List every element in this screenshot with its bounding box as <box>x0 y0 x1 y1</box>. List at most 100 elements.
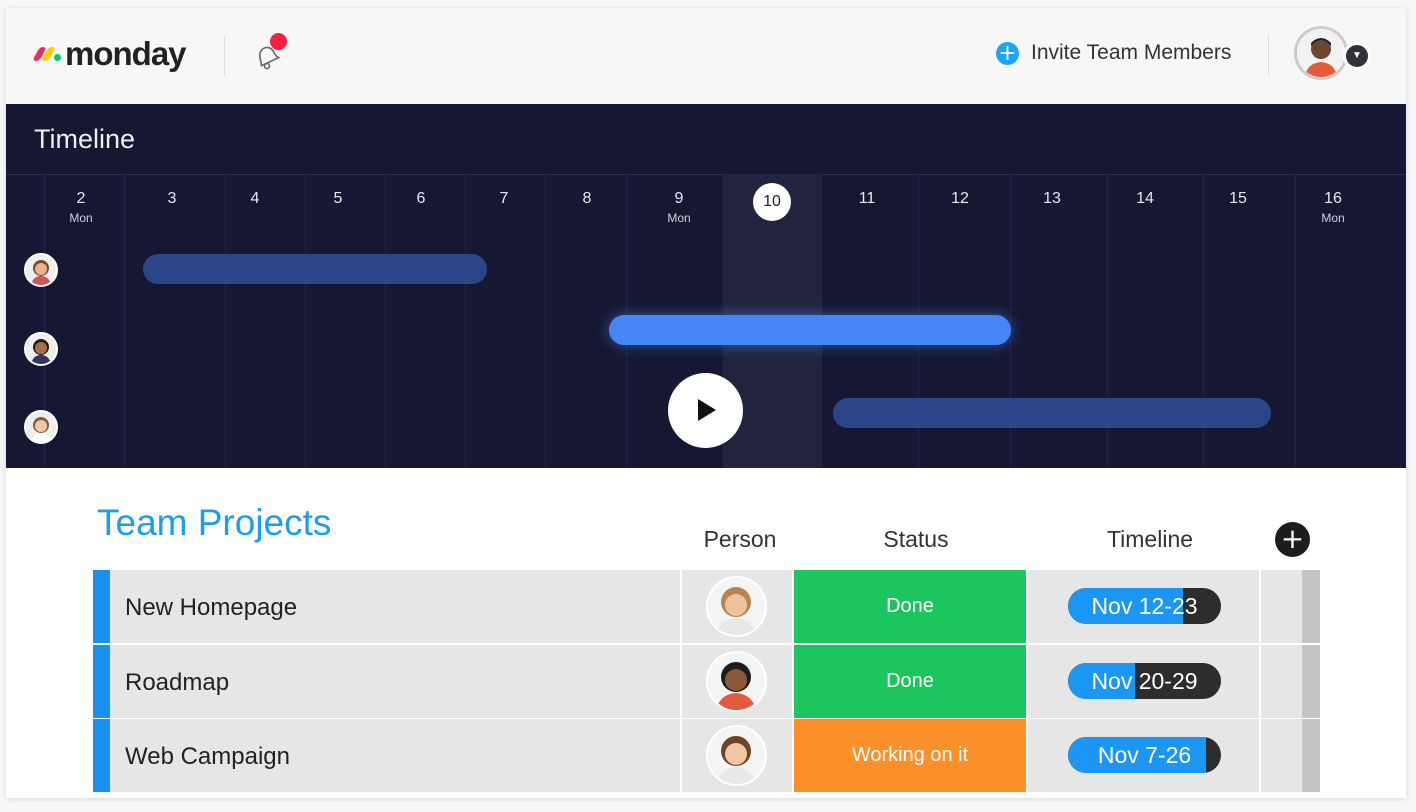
item-name: Roadmap <box>125 669 230 696</box>
timeline-pill[interactable]: Nov 20-29 <box>1068 663 1221 699</box>
grid-line <box>124 174 125 468</box>
day-number: 7 <box>499 190 509 207</box>
group-color-marker <box>93 570 110 643</box>
avatar[interactable] <box>24 410 58 444</box>
person-cell[interactable] <box>682 570 792 643</box>
day-number: 13 <box>1043 190 1061 207</box>
day-weekday: Mon <box>667 211 691 225</box>
item-name-cell[interactable]: Web Campaign <box>110 719 680 792</box>
status-cell[interactable]: Done <box>794 645 1026 718</box>
timeline-pill[interactable]: Nov 12-23 <box>1068 588 1221 624</box>
group-color-marker <box>93 719 110 792</box>
timeline-pill[interactable]: Nov 7-26 <box>1068 737 1221 773</box>
day-header: 4 <box>225 190 285 208</box>
chevron-down-icon[interactable]: ▼ <box>1343 42 1371 70</box>
day-number: 12 <box>951 190 969 207</box>
day-header: 15 <box>1208 190 1268 208</box>
column-header-person[interactable]: Person <box>700 526 780 553</box>
table-row[interactable]: Web Campaign Working on it Nov 7-26 <box>93 719 1320 794</box>
day-number: 16 <box>1324 190 1342 207</box>
day-number: 2 <box>76 190 86 207</box>
avatar[interactable] <box>24 253 58 287</box>
invite-team-members-button[interactable]: + Invite Team Members <box>996 38 1231 68</box>
timeline-range: Nov 12-23 <box>1091 593 1198 619</box>
top-header: monday + Invite Team Members ▼ <box>6 8 1406 104</box>
item-name-cell[interactable]: New Homepage <box>110 570 680 643</box>
day-header: 2 Mon <box>51 190 111 225</box>
grid-line <box>1295 174 1296 468</box>
header-divider <box>1268 34 1269 76</box>
empty-cell <box>1261 645 1302 718</box>
empty-cell <box>1261 570 1302 643</box>
day-header: 13 <box>1022 190 1082 208</box>
grid-line <box>305 174 306 468</box>
timeline-bar[interactable] <box>833 398 1271 428</box>
app-window: monday + Invite Team Members ▼ Timeline <box>6 8 1406 798</box>
table-row[interactable]: New Homepage Done Nov 12-23 <box>93 570 1320 645</box>
avatar[interactable] <box>24 332 58 366</box>
play-button[interactable] <box>668 373 743 448</box>
empty-cell <box>1261 719 1302 792</box>
timeline-cell: Nov 7-26 <box>1028 719 1259 792</box>
day-header: 9 Mon <box>649 190 709 225</box>
play-icon <box>698 399 716 421</box>
scrollbar[interactable] <box>1302 570 1320 643</box>
timeline-range: Nov 7-26 <box>1097 742 1192 768</box>
table-row[interactable]: Roadmap Done Nov 20-29 <box>93 645 1320 720</box>
day-number: 14 <box>1136 190 1154 207</box>
status-cell[interactable]: Working on it <box>794 719 1026 792</box>
item-name-cell[interactable]: Roadmap <box>110 645 680 718</box>
timeline-cell: Nov 12-23 <box>1028 570 1259 643</box>
day-header: 3 <box>142 190 202 208</box>
item-name: New Homepage <box>125 594 298 621</box>
column-header-timeline[interactable]: Timeline <box>1090 526 1210 553</box>
day-number: 15 <box>1229 190 1247 207</box>
status-cell[interactable]: Done <box>794 570 1026 643</box>
day-number: 5 <box>333 190 343 207</box>
day-number: 4 <box>250 190 260 207</box>
day-header: 14 <box>1115 190 1175 208</box>
invite-label: Invite Team Members <box>1031 41 1232 64</box>
avatar[interactable] <box>706 651 767 712</box>
today-date[interactable]: 10 <box>753 183 791 221</box>
logo-mark-icon <box>32 47 61 61</box>
column-header-status[interactable]: Status <box>856 526 976 553</box>
status-label: Done <box>886 595 934 617</box>
timeline-bar[interactable] <box>143 254 487 284</box>
day-header: 11 <box>837 190 897 208</box>
add-column-button[interactable]: + <box>1275 522 1310 557</box>
day-header: 6 <box>391 190 451 208</box>
plus-circle-icon: + <box>996 41 1019 65</box>
grid-line <box>225 174 226 468</box>
timeline-bar[interactable] <box>609 315 1011 345</box>
scrollbar[interactable] <box>1302 719 1320 792</box>
timeline-range: Nov 20-29 <box>1091 668 1198 694</box>
avatar[interactable] <box>706 576 767 637</box>
person-cell[interactable] <box>682 645 792 718</box>
day-header: 12 <box>930 190 990 208</box>
day-header: 16 Mon <box>1303 190 1363 225</box>
timeline-title: Timeline <box>34 124 136 154</box>
group-color-marker <box>93 645 110 718</box>
avatar[interactable] <box>706 725 767 786</box>
grid-line <box>545 174 546 468</box>
timeline-panel: Timeline 2 Mon 3 4 5 6 7 8 9 Mon 10 11 12 13 14 15 16 Mon <box>6 104 1406 468</box>
brand-name: monday <box>65 35 187 72</box>
timeline-cell: Nov 20-29 <box>1028 645 1259 718</box>
grid-line <box>385 174 386 468</box>
day-header: 8 <box>557 190 617 208</box>
scrollbar[interactable] <box>1302 645 1320 718</box>
day-number: 9 <box>674 190 684 207</box>
status-label: Done <box>886 670 934 692</box>
notification-badge <box>270 33 287 50</box>
header-divider <box>224 36 225 76</box>
user-avatar[interactable] <box>1294 26 1348 80</box>
board-title: Team Projects <box>97 502 332 543</box>
day-weekday: Mon <box>1321 211 1345 225</box>
day-number: 8 <box>582 190 592 207</box>
day-header: 7 <box>474 190 534 208</box>
divider <box>93 792 1320 794</box>
day-number: 3 <box>167 190 177 207</box>
monday-logo[interactable]: monday <box>32 34 187 74</box>
person-cell[interactable] <box>682 719 792 792</box>
